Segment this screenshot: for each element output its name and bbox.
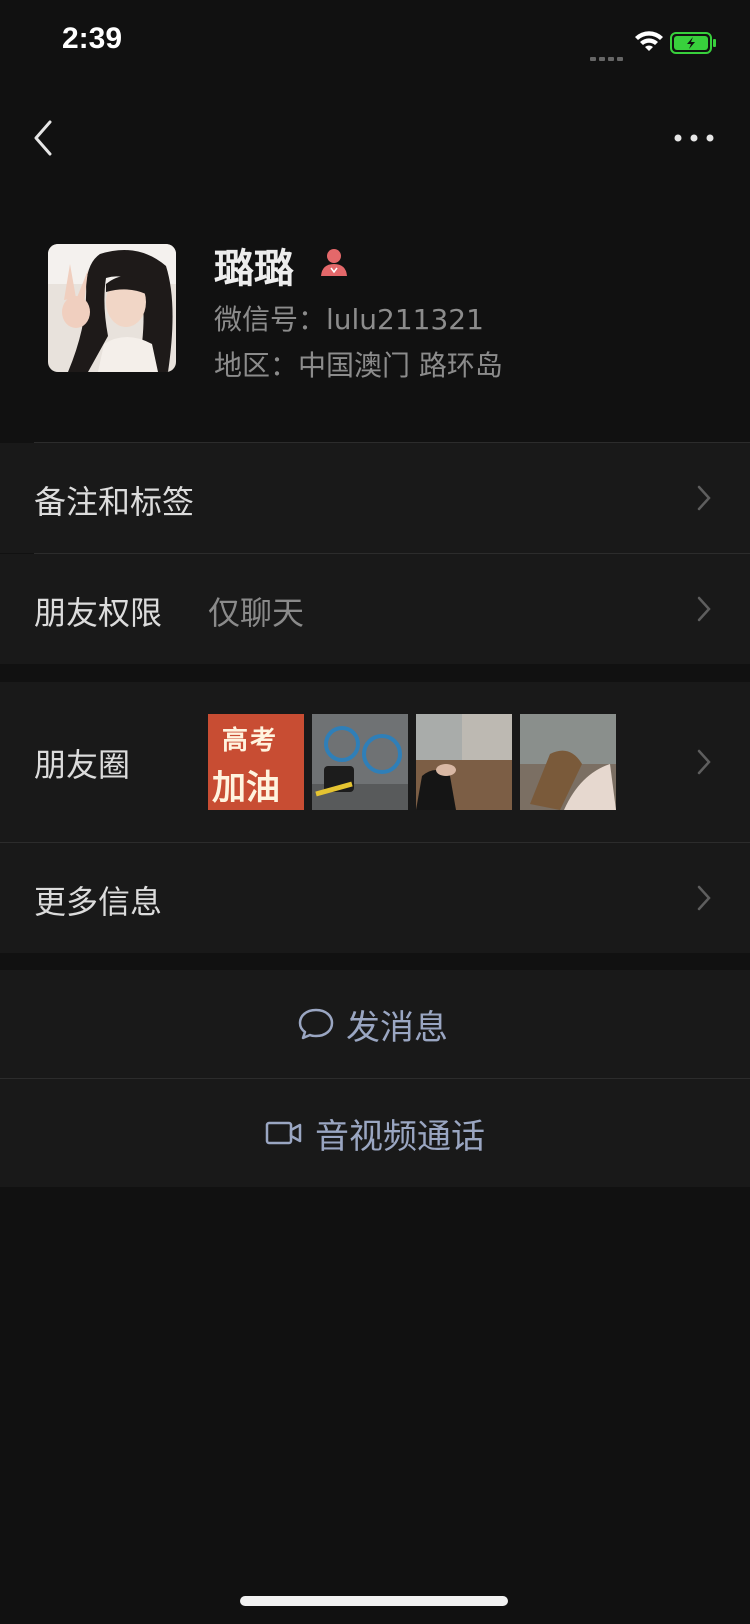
more-info-row[interactable]: 更多信息 bbox=[0, 843, 750, 953]
send-message-button[interactable]: 发消息 bbox=[0, 970, 750, 1078]
wechat-id: 微信号：lulu211321 bbox=[214, 303, 484, 336]
moments-label: 朋友圈 bbox=[34, 746, 131, 784]
moments-thumbnail bbox=[520, 714, 616, 810]
video-call-button[interactable]: 音视频通话 bbox=[0, 1079, 750, 1187]
profile-name: 璐璐 bbox=[214, 246, 294, 292]
more-info-label: 更多信息 bbox=[34, 883, 163, 921]
moments-thumbnail: 高考 加油 bbox=[208, 714, 304, 810]
chevron-right-icon bbox=[697, 485, 711, 511]
status-time: 2:39 bbox=[62, 22, 123, 55]
wifi-icon bbox=[635, 31, 663, 51]
female-gender-icon bbox=[321, 249, 347, 276]
remarks-tags-row[interactable]: 备注和标签 bbox=[0, 443, 750, 553]
moments-thumbnail bbox=[312, 714, 408, 810]
profile-region: 地区：中国澳门 路环岛 bbox=[214, 349, 503, 382]
back-arrow-icon[interactable] bbox=[28, 116, 58, 160]
friend-permissions-value: 仅聊天 bbox=[208, 594, 305, 632]
chat-bubble-icon bbox=[298, 1008, 334, 1040]
chevron-right-icon bbox=[697, 596, 711, 622]
thumbnail-text: 加油 bbox=[212, 768, 280, 808]
moments-row[interactable]: 朋友圈 高考 加油 bbox=[0, 682, 750, 842]
home-indicator[interactable] bbox=[240, 1596, 508, 1606]
nav-bar bbox=[0, 100, 750, 180]
video-call-label: 音视频通话 bbox=[315, 1116, 485, 1157]
friend-permissions-row[interactable]: 朋友权限 仅聊天 bbox=[0, 554, 750, 664]
profile-header: 璐璐 微信号：lulu211321 地区：中国澳门 路环岛 bbox=[0, 230, 750, 430]
signal-icon bbox=[590, 46, 626, 65]
video-camera-icon bbox=[265, 1121, 302, 1145]
chevron-right-icon bbox=[697, 885, 711, 911]
status-bar: 2:39 bbox=[0, 0, 750, 90]
remarks-tags-label: 备注和标签 bbox=[34, 483, 195, 521]
thumbnail-text: 高考 bbox=[222, 726, 279, 756]
send-message-label: 发消息 bbox=[346, 1007, 448, 1048]
avatar[interactable] bbox=[48, 244, 176, 372]
chevron-right-icon bbox=[697, 749, 711, 775]
battery-icon bbox=[670, 32, 716, 54]
friend-permissions-label: 朋友权限 bbox=[34, 594, 163, 632]
moments-thumbnail bbox=[416, 714, 512, 810]
more-options-icon[interactable] bbox=[672, 126, 716, 150]
